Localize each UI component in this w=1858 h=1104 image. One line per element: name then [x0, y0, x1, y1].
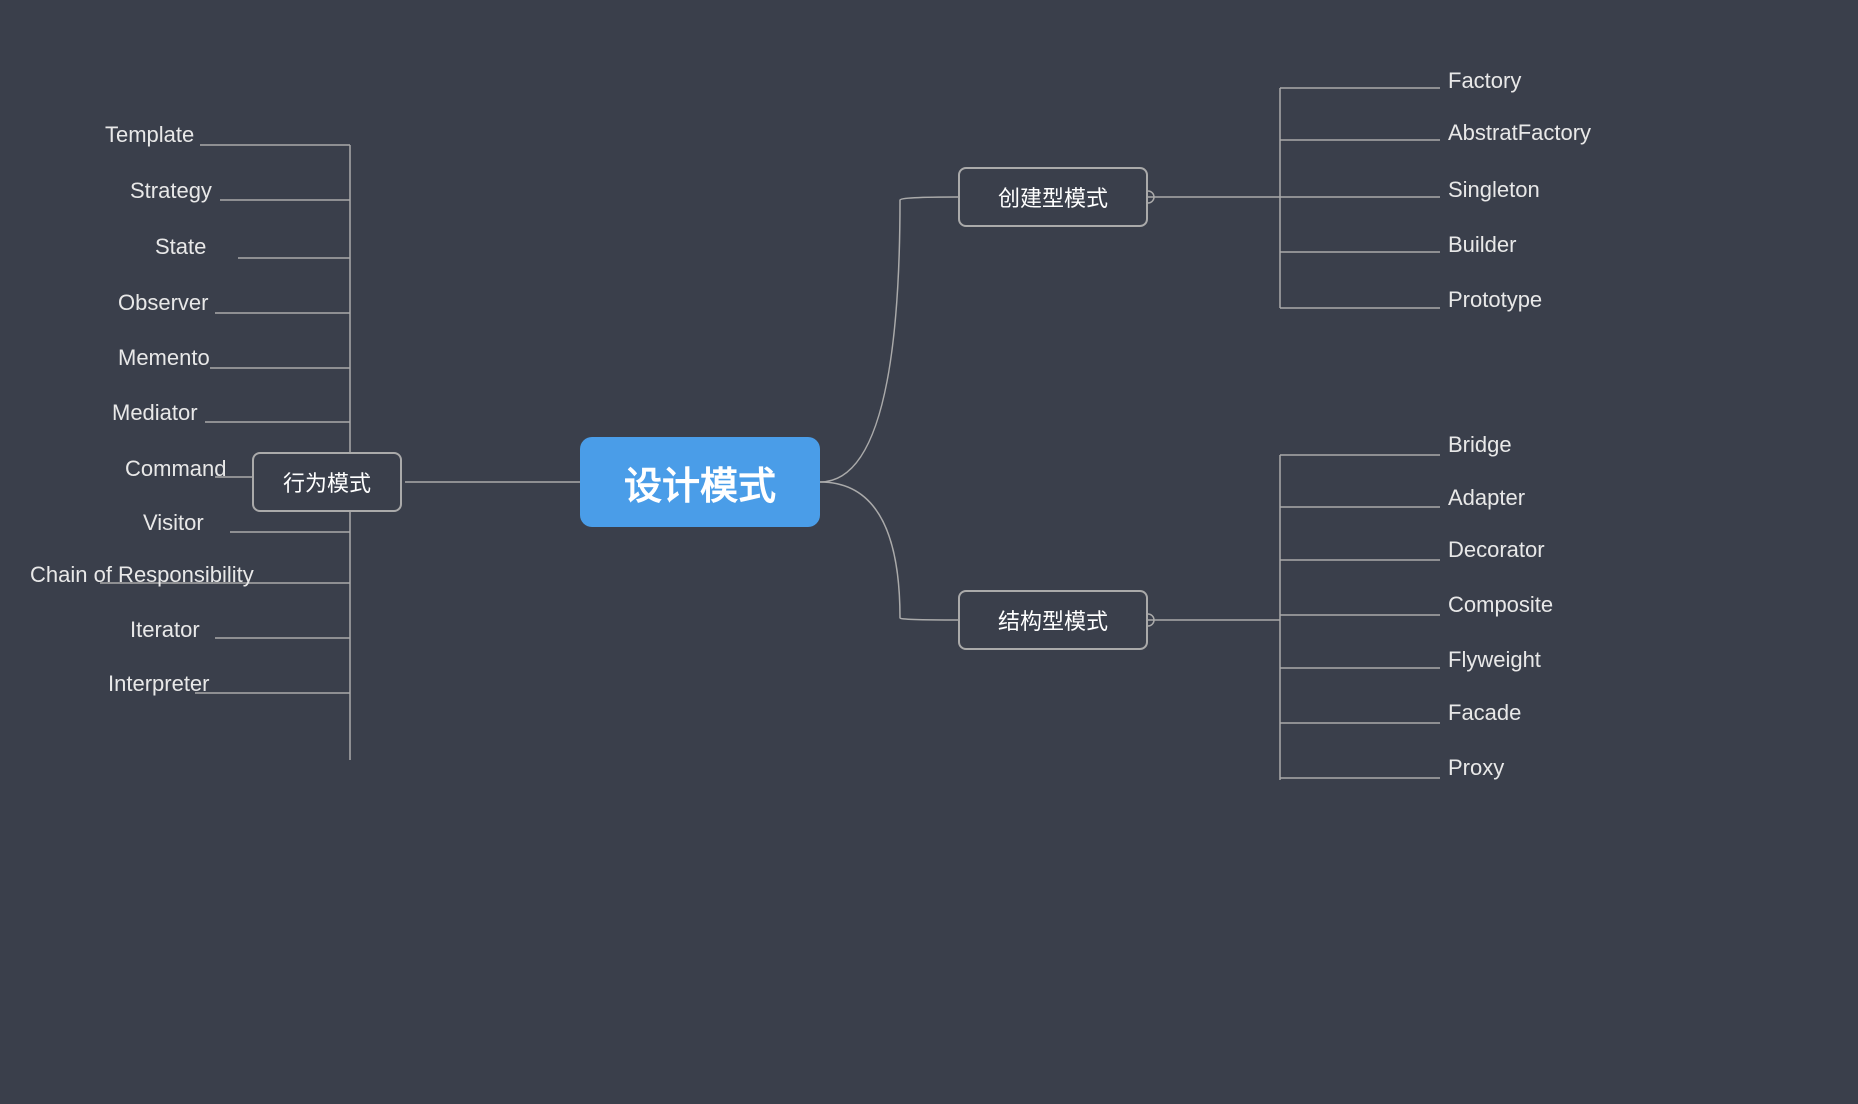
leaf-prototype: Prototype: [1448, 287, 1542, 313]
leaf-iterator: Iterator: [130, 617, 200, 643]
leaf-facade: Facade: [1448, 700, 1521, 726]
leaf-chain: Chain of Responsibility: [30, 562, 254, 588]
creational-label: 创建型模式: [998, 181, 1108, 213]
structural-label: 结构型模式: [998, 604, 1108, 636]
leaf-strategy: Strategy: [130, 178, 212, 204]
leaf-memento: Memento: [118, 345, 210, 371]
behavioral-node: 行为模式: [252, 452, 402, 512]
leaf-interpreter: Interpreter: [108, 671, 210, 697]
leaf-singleton: Singleton: [1448, 177, 1540, 203]
creational-node: 创建型模式: [958, 167, 1148, 227]
leaf-adapter: Adapter: [1448, 485, 1525, 511]
leaf-mediator: Mediator: [112, 400, 198, 426]
leaf-decorator: Decorator: [1448, 537, 1545, 563]
leaf-observer: Observer: [118, 290, 208, 316]
leaf-bridge: Bridge: [1448, 432, 1512, 458]
leaf-builder: Builder: [1448, 232, 1516, 258]
leaf-proxy: Proxy: [1448, 755, 1504, 781]
leaf-template: Template: [105, 122, 194, 148]
leaf-composite: Composite: [1448, 592, 1553, 618]
leaf-command: Command: [125, 456, 226, 482]
behavioral-label: 行为模式: [283, 466, 371, 498]
leaf-state: State: [155, 234, 206, 260]
leaf-factory: Factory: [1448, 68, 1521, 94]
leaf-flyweight: Flyweight: [1448, 647, 1541, 673]
structural-node: 结构型模式: [958, 590, 1148, 650]
center-node: 设计模式: [580, 437, 820, 527]
leaf-abstrat-factory: AbstratFactory: [1448, 120, 1591, 146]
leaf-visitor: Visitor: [143, 510, 204, 536]
